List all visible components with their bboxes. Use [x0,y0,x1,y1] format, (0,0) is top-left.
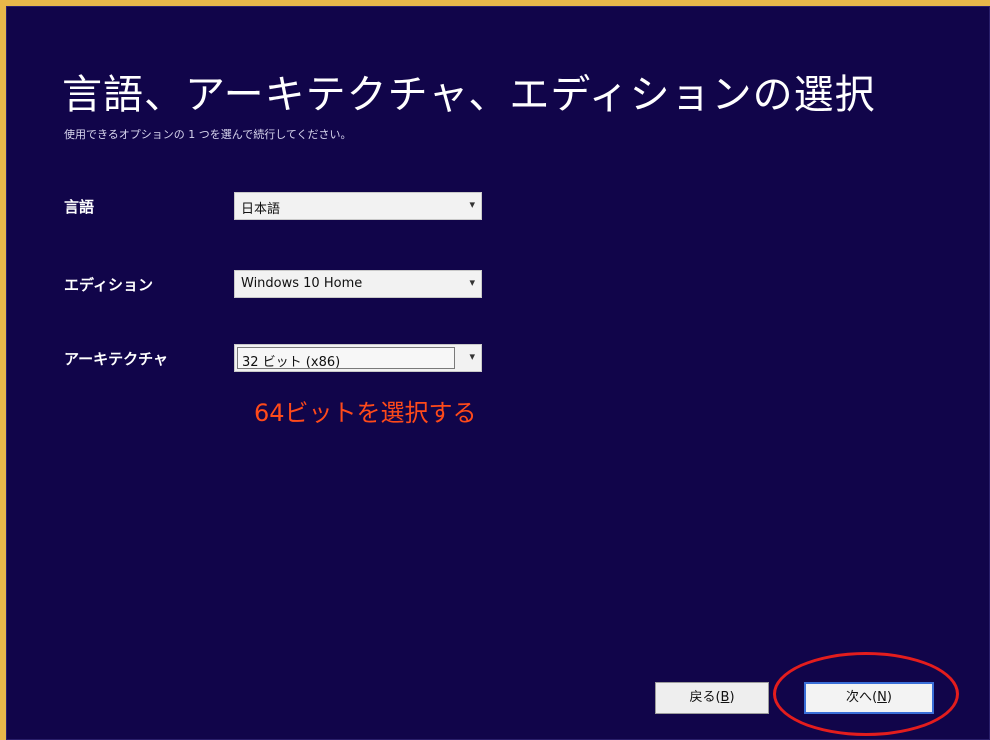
edition-select[interactable]: Windows 10 Home ▾ [234,270,482,298]
language-select[interactable]: 日本語 ▾ [234,192,482,220]
chevron-down-icon: ▾ [469,198,475,211]
back-button[interactable]: 戻る(B) [655,682,769,714]
page-title: 言語、アーキテクチャ、エディションの選択 [62,72,876,118]
page-subtitle: 使用できるオプションの 1 つを選んで続行してください。 [64,128,352,141]
next-button-accel: N [877,690,887,705]
architecture-label: アーキテクチャ [64,350,168,368]
language-select-value: 日本語 [241,202,281,217]
language-label: 言語 [64,198,95,216]
architecture-select[interactable]: 32 ビット (x86) ▾ [234,344,482,372]
architecture-select-value: 32 ビット (x86) [242,355,341,370]
next-button-label: 次へ [846,690,873,705]
back-button-label: 戻る [689,690,716,705]
setup-window: 言語、アーキテクチャ、エディションの選択 使用できるオプションの 1 つを選んで… [6,6,990,740]
edition-select-value: Windows 10 Home [241,276,363,291]
annotation-text: 64ビットを選択する [254,399,477,427]
next-button[interactable]: 次へ(N) [804,682,934,714]
architecture-select-focus: 32 ビット (x86) [237,347,455,370]
chevron-down-icon: ▾ [469,350,475,363]
edition-label: エディション [64,276,153,294]
back-button-accel: B [720,690,730,705]
chevron-down-icon: ▾ [469,276,475,289]
